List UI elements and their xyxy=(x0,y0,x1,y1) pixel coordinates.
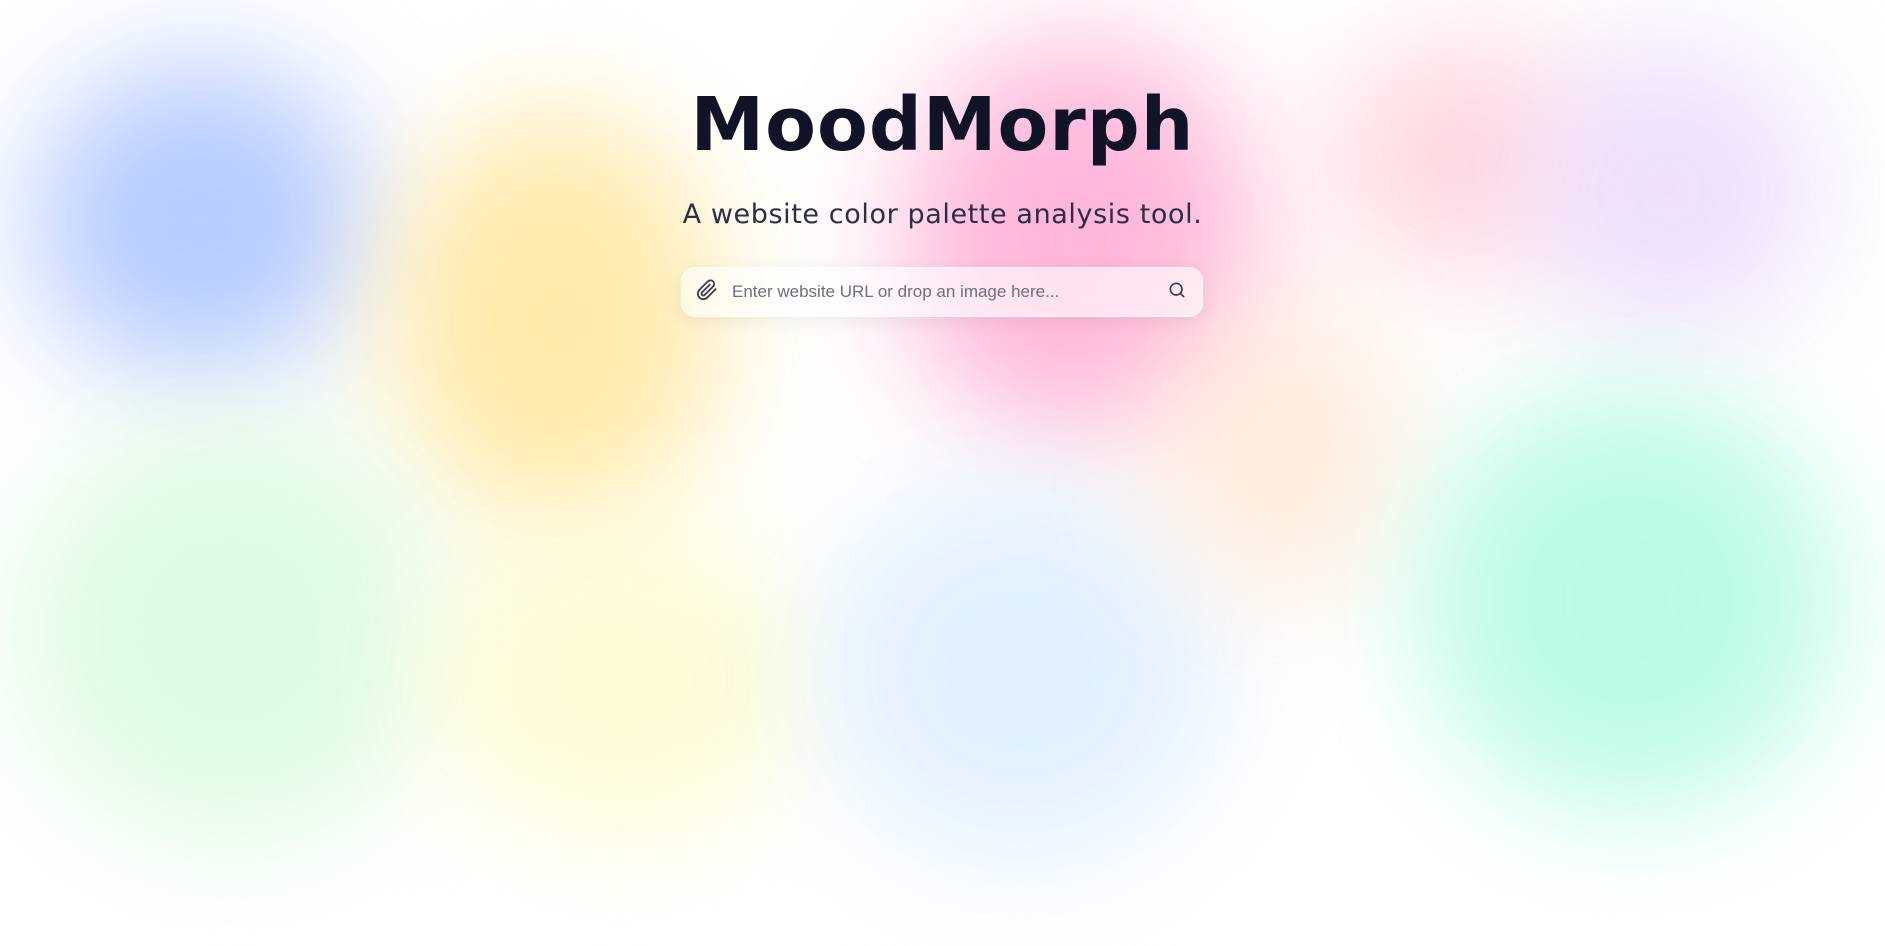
search-button[interactable] xyxy=(1152,267,1202,317)
main-content: MoodMorph A website color palette analys… xyxy=(0,0,1885,946)
search-icon xyxy=(1167,280,1187,304)
search-bar xyxy=(681,267,1203,317)
app-title: MoodMorph xyxy=(690,82,1195,168)
attach-button[interactable] xyxy=(682,267,732,317)
app-subtitle: A website color palette analysis tool. xyxy=(682,199,1203,230)
paperclip-icon xyxy=(696,279,718,305)
page-background: MoodMorph A website color palette analys… xyxy=(0,0,1885,946)
search-input[interactable] xyxy=(732,272,1152,312)
